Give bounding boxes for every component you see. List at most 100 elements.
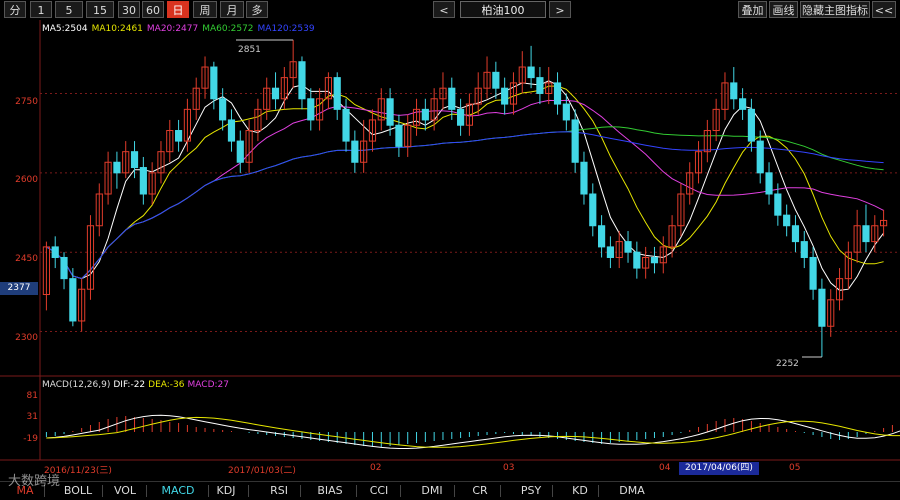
- indicator-tab-cci[interactable]: CCI: [362, 482, 396, 500]
- candle-body: [175, 130, 183, 142]
- prev-symbol-button[interactable]: <: [433, 1, 455, 18]
- next-symbol-button[interactable]: >: [549, 1, 571, 18]
- dea-line: [46, 416, 900, 448]
- period-button-6[interactable]: 日: [167, 1, 189, 18]
- high-annotation: 2851: [238, 45, 261, 55]
- tab-separator: [598, 485, 599, 497]
- candle-body: [791, 225, 800, 243]
- macd-legend-item: DIF:-22: [113, 380, 146, 390]
- candle-body: [589, 193, 597, 227]
- ma-legend-item: MA5:2504: [42, 24, 88, 34]
- watermark-logo: 大数跨境: [8, 474, 61, 489]
- period-button-9[interactable]: 多: [246, 1, 268, 18]
- candle-body: [421, 108, 429, 121]
- indicator-tab-kdj[interactable]: KDJ: [208, 482, 244, 500]
- candle-body: [553, 82, 562, 105]
- candle-body: [818, 288, 826, 327]
- candle-body: [624, 241, 632, 253]
- macd-y-label: 31: [26, 412, 38, 422]
- candle-body: [809, 256, 817, 290]
- indicator-tab-dmi[interactable]: DMI: [414, 482, 450, 500]
- candle-body: [51, 246, 59, 258]
- candle-body: [765, 172, 773, 195]
- candle-body: [774, 193, 782, 216]
- period-toolbar: 分 1 5 15 30 60 日周月多 < 柏油100 > 叠加 画线 隐藏主图指标 <<: [0, 0, 900, 20]
- y-axis-label: 2600: [15, 175, 38, 185]
- ma-legend-item: MA20:2477: [146, 24, 199, 34]
- tab-separator: [248, 485, 249, 497]
- candle-body: [210, 66, 218, 100]
- indicator-tab-dma[interactable]: DMA: [612, 482, 652, 500]
- candle-body: [739, 98, 747, 110]
- candle-body: [130, 151, 139, 169]
- cursor-date-label: 2017/04/06(四): [679, 462, 759, 475]
- indicator-tab-macd[interactable]: MACD: [152, 482, 204, 500]
- tab-separator: [146, 485, 147, 497]
- period-button-4[interactable]: 30: [118, 1, 140, 18]
- tab-separator: [552, 485, 553, 497]
- candle-body: [571, 119, 579, 163]
- indicator-tab-boll[interactable]: BOLL: [58, 482, 98, 500]
- candle-body: [800, 241, 808, 258]
- candle-body: [598, 225, 606, 248]
- candle-body: [333, 77, 341, 110]
- candle-body: [351, 140, 359, 163]
- period-button-8[interactable]: 月: [220, 1, 244, 18]
- indicator-tab-vol[interactable]: VOL: [108, 482, 142, 500]
- candle-body: [457, 108, 465, 126]
- period-button-3[interactable]: 15: [86, 1, 114, 18]
- candle-body: [783, 214, 791, 227]
- period-button-1[interactable]: 1: [30, 1, 52, 18]
- candle-body: [527, 66, 535, 79]
- candle-body: [492, 71, 500, 89]
- candle-body: [580, 161, 588, 195]
- ma-legend-item: MA60:2572: [202, 24, 254, 34]
- low-annotation: 2252: [776, 359, 799, 369]
- candle-body: [271, 87, 280, 100]
- y-axis-label: 2450: [15, 254, 38, 264]
- indicator-tab-bias[interactable]: BIAS: [308, 482, 352, 500]
- candlestick-chart[interactable]: [0, 20, 900, 499]
- ma-legend-item: MA10:2461: [91, 24, 143, 34]
- macd-legend-item: MACD(12,26,9): [42, 380, 111, 390]
- date-label: 04: [659, 463, 671, 473]
- toolbar-right-button-0[interactable]: 叠加: [738, 1, 767, 18]
- date-label: 02: [370, 463, 382, 473]
- toolbar-right-button-1[interactable]: 画线: [769, 1, 798, 18]
- indicator-tab-psy[interactable]: PSY: [514, 482, 548, 500]
- date-label: 2017/01/03(二): [228, 466, 296, 476]
- candle-body: [69, 278, 77, 322]
- current-price-label: 2377: [0, 282, 38, 295]
- candle-body: [862, 225, 870, 243]
- candle-body: [562, 103, 570, 121]
- ma-legend: MA5:2504 MA10:2461 MA20:2477 MA60:2572 MA120…: [42, 24, 319, 34]
- candle-body: [730, 82, 738, 100]
- tab-separator: [356, 485, 357, 497]
- indicator-tab-rsi[interactable]: RSI: [262, 482, 296, 500]
- toolbar-right-button-3[interactable]: <<: [872, 1, 896, 18]
- period-button-0[interactable]: 分: [4, 1, 26, 18]
- toolbar-right-button-2[interactable]: 隐藏主图指标: [800, 1, 870, 18]
- candle-body: [236, 140, 244, 163]
- candle-body: [307, 98, 315, 121]
- date-label: 03: [503, 463, 515, 473]
- macd-legend: MACD(12,26,9) DIF:-22 DEA:-36 MACD:27: [42, 380, 232, 390]
- indicator-tab-kd[interactable]: KD: [566, 482, 594, 500]
- date-label: 05: [789, 463, 801, 473]
- period-button-2[interactable]: 5: [55, 1, 83, 18]
- candle-body: [298, 61, 306, 100]
- candle-body: [448, 87, 456, 110]
- tab-separator: [454, 485, 455, 497]
- indicator-tabs: MA BOLL VOL MACD KDJ RSI BIAS CCI DMI CR PSY KD DMA: [0, 481, 900, 500]
- candle-body: [606, 246, 614, 258]
- candle-body: [113, 161, 121, 174]
- period-button-5[interactable]: 60: [142, 1, 164, 18]
- dif-line: [46, 414, 900, 449]
- candle-body: [501, 87, 509, 105]
- candle-body: [227, 119, 236, 142]
- symbol-name[interactable]: 柏油100: [460, 1, 546, 18]
- ma-legend-item: MA120:2539: [257, 24, 315, 34]
- candle-body: [139, 167, 147, 195]
- indicator-tab-cr[interactable]: CR: [464, 482, 496, 500]
- period-button-7[interactable]: 周: [193, 1, 217, 18]
